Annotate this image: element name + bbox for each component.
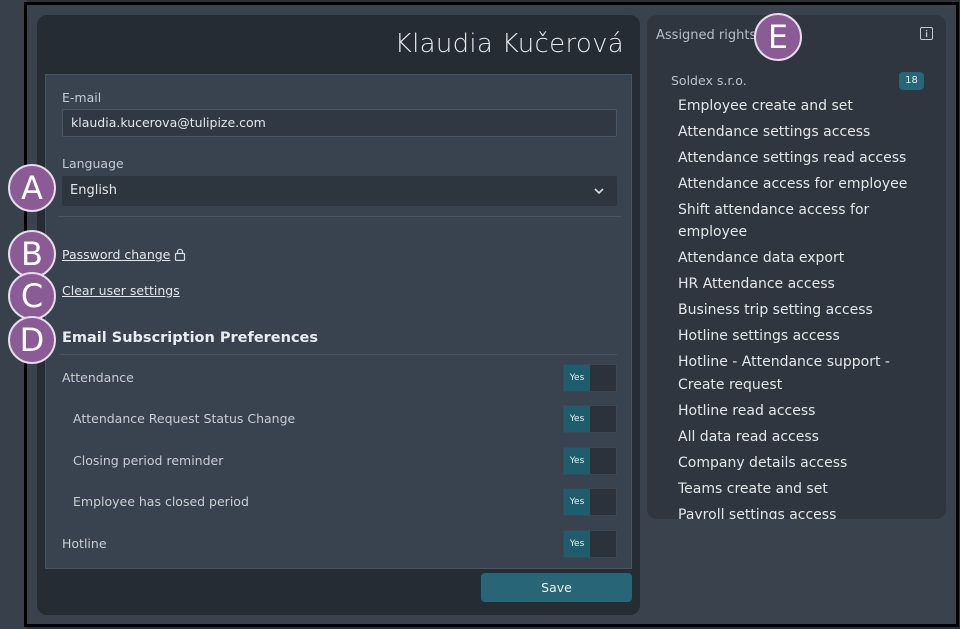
callout-marker-a: A [8, 164, 56, 212]
lock-icon [175, 248, 186, 261]
password-change-label: Password change [62, 247, 171, 262]
right-item: Shift attendance access for employee [678, 201, 870, 241]
email-label: E-mail [62, 90, 102, 105]
toggle-yes: Yes [564, 448, 590, 474]
divider [58, 216, 621, 217]
toggle-yes: Yes [564, 489, 590, 515]
settings-card: E-mail klaudia.kucerova@tulipize.com Lan… [45, 74, 632, 569]
closing-period-toggle[interactable]: Yes [563, 447, 617, 475]
callout-marker-b: B [8, 230, 56, 278]
toggle-yes: Yes [564, 365, 590, 391]
user-settings-panel: Klaudia Kučerová E-mail klaudia.kucerova… [37, 15, 640, 615]
subscription-row-attendance-request-status: Attendance Request Status Change Yes [62, 405, 617, 433]
chevron-down-icon [594, 188, 604, 195]
subscription-row-attendance: Attendance Yes [62, 364, 617, 392]
right-item: Teams create and set [678, 480, 828, 497]
rights-count-badge: 18 [899, 72, 924, 90]
info-icon[interactable] [920, 27, 933, 40]
right-item: All data read access [678, 428, 819, 445]
assigned-rights-title: Assigned rights [656, 28, 757, 43]
subscription-label: Hotline [62, 536, 107, 551]
subscription-row-closing-period: Closing period reminder Yes [62, 447, 617, 475]
toggle-yes: Yes [564, 406, 590, 432]
rights-list: Employee create and set Attendance setti… [678, 93, 918, 520]
employee-closed-period-toggle[interactable]: Yes [563, 488, 617, 516]
email-subscription-title: Email Subscription Preferences [62, 330, 319, 346]
right-item: Company details access [678, 454, 848, 471]
assigned-rights-panel: Assigned rights Soldex s.r.o. 18 Employe… [647, 15, 946, 519]
right-item: Hotline - Attendance support - Create re… [678, 354, 890, 393]
right-item: Hotline settings access [678, 328, 840, 344]
section-divider [60, 354, 617, 355]
password-change-link[interactable]: Password change [62, 247, 186, 262]
user-name: Klaudia Kučerová [394, 29, 624, 59]
subscription-label: Employee has closed period [73, 494, 249, 509]
subscription-row-employee-closed-period: Employee has closed period Yes [62, 488, 617, 516]
right-item: Attendance access for employee [678, 175, 908, 192]
right-item: Payroll settings access [678, 506, 837, 520]
subscription-label: Closing period reminder [73, 453, 224, 468]
right-item: Attendance settings access [678, 123, 871, 140]
right-item: Employee create and set [678, 97, 853, 114]
subscription-label: Attendance [62, 370, 134, 385]
callout-marker-c: C [8, 272, 56, 320]
subscription-label: Attendance Request Status Change [73, 411, 296, 426]
company-name: Soldex s.r.o. [671, 73, 747, 88]
attendance-toggle[interactable]: Yes [563, 364, 617, 392]
email-field[interactable]: klaudia.kucerova@tulipize.com [62, 109, 617, 137]
toggle-yes: Yes [564, 531, 590, 557]
save-button[interactable]: Save [481, 573, 632, 602]
right-item: Hotline read access [678, 402, 816, 419]
language-label: Language [62, 156, 124, 171]
language-value: English [70, 183, 117, 198]
right-item: Attendance settings read access [678, 149, 907, 166]
right-item: Business trip setting access [678, 302, 873, 318]
right-item: HR Attendance access [678, 276, 835, 292]
language-select[interactable]: English [62, 176, 617, 206]
subscription-row-hotline: Hotline Yes [62, 530, 617, 558]
callout-marker-e: E [754, 13, 802, 61]
hotline-toggle[interactable]: Yes [563, 530, 617, 558]
callout-marker-d: D [8, 316, 56, 364]
right-item: Attendance data export [678, 250, 845, 266]
clear-user-settings-link[interactable]: Clear user settings [62, 283, 180, 298]
attendance-request-status-toggle[interactable]: Yes [563, 405, 617, 433]
